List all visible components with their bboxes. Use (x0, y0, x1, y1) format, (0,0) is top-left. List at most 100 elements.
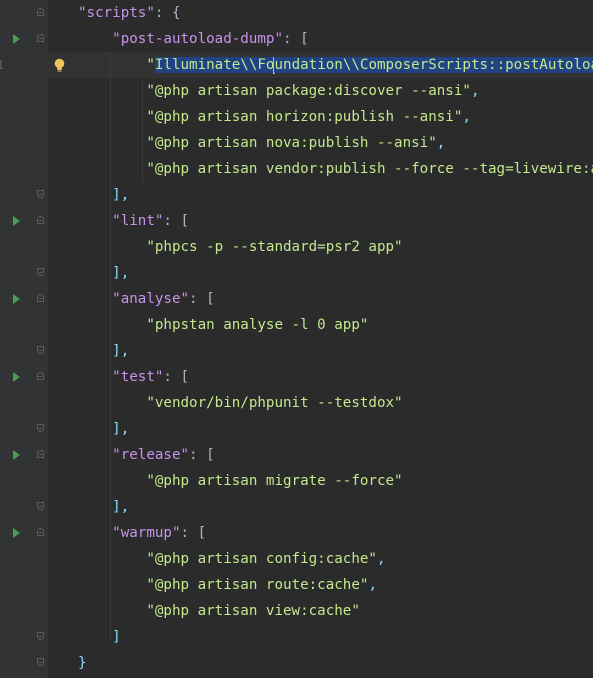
code-line[interactable]: ] (0, 624, 593, 650)
comma: , (436, 135, 446, 151)
json-punctuation: : [ (180, 525, 207, 541)
json-string: "@php artisan vendor:publish --force --t… (146, 161, 593, 177)
code-line[interactable]: "analyse": [ (0, 286, 593, 312)
code-text: ], (78, 416, 129, 442)
code-line[interactable]: "@php artisan package:discover --ansi", (0, 78, 593, 104)
fold-gutter-icon[interactable] (37, 632, 44, 640)
fold-gutter-icon[interactable] (37, 8, 44, 16)
fold-gutter-icon[interactable] (37, 346, 44, 354)
json-punctuation: : [ (163, 213, 190, 229)
code-text: "@php artisan package:discover --ansi", (78, 78, 479, 104)
json-key: "warmup" (112, 525, 181, 541)
code-line[interactable]: "@php artisan migrate --force" (0, 468, 593, 494)
json-string: "phpstan analyse -l 0 app" (146, 317, 369, 333)
code-text: "Illuminate\\Foundation\\ComposerScripts… (78, 52, 593, 78)
json-key: "test" (112, 369, 164, 385)
code-text: "release": [ (78, 442, 215, 468)
code-line[interactable]: "phpcs -p --standard=psr2 app" (0, 234, 593, 260)
code-line[interactable]: ], (0, 260, 593, 286)
comma: , (470, 83, 480, 99)
code-text: ] (78, 624, 121, 650)
json-punctuation: ] (112, 629, 121, 645)
lightbulb-icon[interactable] (54, 58, 65, 73)
code-line[interactable]: "@php artisan route:cache", (0, 572, 593, 598)
code-line[interactable]: "@php artisan config:cache", (0, 546, 593, 572)
run-gutter-icon[interactable] (13, 34, 20, 44)
json-key: "lint" (112, 213, 164, 229)
code-text: ], (78, 260, 129, 286)
code-line[interactable]: "@php artisan vendor:publish --force --t… (0, 156, 593, 182)
code-line[interactable]: "warmup": [ (0, 520, 593, 546)
code-line[interactable]: "post-autoload-dump": [ (0, 26, 593, 52)
fold-gutter-icon[interactable] (37, 372, 44, 380)
code-line[interactable]: "lint": [ (0, 208, 593, 234)
json-string: "@php artisan config:cache" (146, 551, 377, 567)
code-line[interactable]: } (0, 650, 593, 676)
line-number: 1 (0, 58, 4, 72)
fold-gutter-icon[interactable] (37, 528, 44, 536)
fold-gutter-icon[interactable] (37, 216, 44, 224)
fold-gutter-icon[interactable] (37, 268, 44, 276)
code-line[interactable]: ], (0, 182, 593, 208)
code-line[interactable]: "@php artisan nova:publish --ansi", (0, 130, 593, 156)
code-text: ], (78, 494, 129, 520)
json-string: "@php artisan route:cache" (146, 577, 369, 593)
selected-text: undation\\ComposerScripts::postAutoloadD… (274, 57, 593, 73)
fold-gutter-icon[interactable] (37, 294, 44, 302)
code-line[interactable]: "@php artisan view:cache" (0, 598, 593, 624)
code-line[interactable]: "release": [ (0, 442, 593, 468)
code-line[interactable]: "test": [ (0, 364, 593, 390)
code-text: "lint": [ (78, 208, 189, 234)
code-line[interactable]: "scripts": { (0, 0, 593, 26)
code-line[interactable]: "vendor/bin/phpunit --testdox" (0, 390, 593, 416)
json-key: "analyse" (112, 291, 190, 307)
fold-gutter-icon[interactable] (37, 658, 44, 666)
json-punctuation: : [ (163, 369, 190, 385)
current-line[interactable]: 1 "Illuminate\\Foundation\\ComposerScrip… (0, 52, 593, 78)
json-string: "@php artisan package:discover --ansi" (146, 83, 471, 99)
comma: , (462, 109, 471, 125)
code-line[interactable]: ], (0, 494, 593, 520)
json-punctuation: ], (112, 421, 130, 437)
code-line[interactable]: ], (0, 416, 593, 442)
run-gutter-icon[interactable] (13, 372, 20, 382)
indent-guide (142, 78, 143, 182)
code-line[interactable]: "phpstan analyse -l 0 app" (0, 312, 593, 338)
fold-gutter-icon[interactable] (37, 450, 44, 458)
code-editor[interactable]: "scripts": { "post-autoload-dump": [1 "I… (0, 0, 593, 678)
code-text: "test": [ (78, 364, 189, 390)
json-punctuation: : { (154, 5, 181, 21)
run-gutter-icon[interactable] (13, 216, 20, 226)
fold-gutter-icon[interactable] (37, 190, 44, 198)
code-line[interactable]: ], (0, 338, 593, 364)
json-punctuation: ], (112, 265, 130, 281)
run-gutter-icon[interactable] (13, 294, 20, 304)
json-key: "post-autoload-dump" (112, 31, 284, 47)
code-line[interactable]: "@php artisan horizon:publish --ansi", (0, 104, 593, 130)
fold-gutter-icon[interactable] (37, 502, 44, 510)
comma: , (376, 551, 386, 567)
run-gutter-icon[interactable] (13, 450, 20, 460)
fold-gutter-icon[interactable] (37, 34, 44, 42)
run-gutter-icon[interactable] (13, 528, 20, 538)
json-key: "scripts" (78, 5, 155, 21)
fold-gutter-icon[interactable] (37, 424, 44, 432)
json-string: "@php artisan migrate --force" (146, 473, 403, 489)
json-punctuation: } (78, 655, 87, 671)
